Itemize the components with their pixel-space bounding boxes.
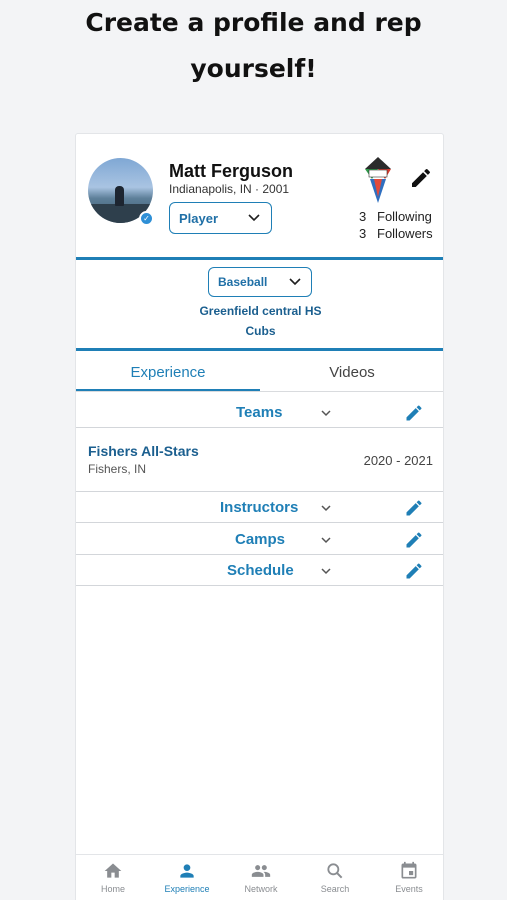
section-instructors[interactable]: Instructors [76, 492, 443, 523]
headline-line-2: yourself! [190, 54, 317, 83]
edit-profile-pencil-icon[interactable] [409, 166, 433, 190]
profile-name: Matt Ferguson [169, 161, 293, 181]
chevron-down-icon[interactable] [320, 502, 332, 514]
section-camps-title: Camps [235, 531, 286, 548]
nav-search-label: Search [320, 884, 350, 894]
app-logo-icon [365, 157, 391, 203]
chevron-down-icon[interactable] [320, 534, 332, 546]
nav-home[interactable]: Home [76, 861, 150, 894]
team-entry-years: 2020 - 2021 [363, 453, 433, 468]
nav-network[interactable]: Network [224, 861, 298, 894]
chevron-down-icon [248, 214, 260, 222]
nav-events[interactable]: Events [372, 861, 443, 894]
followers-label: Followers [377, 226, 433, 241]
chevron-down-icon[interactable] [320, 565, 332, 577]
phone-screen: ✓ Matt Ferguson Indianapolis, IN · 2001 … [75, 133, 444, 900]
section-camps[interactable]: Camps [76, 524, 443, 555]
chevron-down-icon [289, 278, 301, 286]
team-mascot: Cubs [245, 324, 276, 338]
tab-experience[interactable]: Experience [76, 359, 260, 391]
follow-counts: 3 Following 3 Followers [359, 208, 439, 242]
headline: Create a profile and rep yourself! [0, 0, 507, 92]
edit-teams-pencil-icon[interactable] [404, 403, 424, 423]
team-entry-name: Fishers All-Stars [88, 443, 199, 459]
following-label: Following [377, 209, 432, 224]
edit-instructors-pencil-icon[interactable] [404, 498, 424, 518]
role-dropdown-value: Player [179, 211, 219, 226]
headline-line-1: Create a profile and rep [85, 8, 422, 37]
following-count: 3 [359, 209, 367, 224]
school-name: Greenfield central HS [199, 304, 322, 318]
section-schedule[interactable]: Schedule [76, 555, 443, 586]
search-icon [327, 863, 343, 879]
section-teams[interactable]: Teams [76, 397, 443, 428]
nav-experience-label: Experience [164, 884, 210, 894]
tab-divider [76, 391, 443, 392]
nav-home-label: Home [100, 884, 125, 894]
edit-camps-pencil-icon[interactable] [404, 530, 424, 550]
role-dropdown[interactable]: Player [169, 202, 272, 234]
chevron-down-icon[interactable] [320, 407, 332, 419]
team-entry[interactable]: Fishers All-Stars Fishers, IN 2020 - 202… [76, 429, 443, 492]
section-teams-title: Teams [236, 404, 283, 421]
divider-top [76, 257, 443, 260]
team-entry-location: Fishers, IN [88, 462, 147, 476]
nav-experience[interactable]: Experience [150, 861, 224, 894]
people-icon [251, 865, 271, 877]
nav-events-label: Events [395, 884, 423, 894]
section-instructors-title: Instructors [220, 499, 299, 516]
verified-badge-icon: ✓ [139, 211, 154, 226]
sport-dropdown[interactable]: Baseball [208, 267, 312, 297]
nav-network-label: Network [244, 884, 278, 894]
person-icon [180, 864, 194, 878]
tab-videos[interactable]: Videos [260, 359, 443, 391]
profile-location-year: Indianapolis, IN · 2001 [169, 182, 290, 196]
avatar-person [115, 186, 124, 206]
home-icon [104, 863, 122, 878]
calendar-icon [401, 861, 417, 879]
section-schedule-title: Schedule [227, 562, 294, 579]
nav-search[interactable]: Search [298, 861, 372, 894]
bottom-nav: Home Experience Network Search Events [76, 854, 443, 900]
followers-count: 3 [359, 226, 367, 241]
followers-row[interactable]: 3 Followers [359, 225, 439, 242]
divider-middle [76, 348, 443, 351]
sport-dropdown-value: Baseball [218, 275, 268, 289]
following-row[interactable]: 3 Following [359, 208, 439, 225]
edit-schedule-pencil-icon[interactable] [404, 561, 424, 581]
